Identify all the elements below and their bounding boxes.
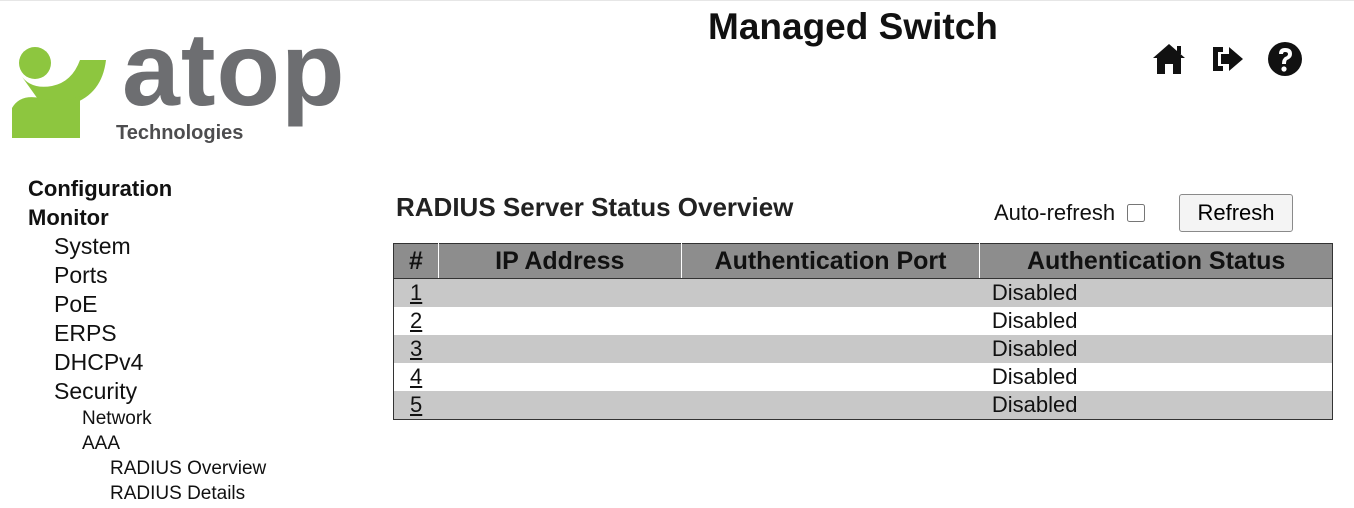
row-number-cell: 4 bbox=[393, 363, 439, 391]
auth-port-cell bbox=[681, 307, 980, 335]
table-row: 1 Disabled bbox=[393, 278, 1333, 307]
nav-item-radius-overview[interactable]: RADIUS Overview bbox=[28, 456, 266, 481]
header-icons bbox=[1150, 40, 1304, 78]
auto-refresh-control[interactable]: Auto-refresh bbox=[994, 200, 1146, 226]
top-border bbox=[0, 0, 1354, 1]
logo-wordmark: atop bbox=[122, 12, 346, 128]
help-icon[interactable] bbox=[1266, 40, 1304, 78]
col-header-number: # bbox=[393, 243, 439, 279]
table-row: 3 Disabled bbox=[393, 335, 1333, 363]
auth-status-cell: Disabled bbox=[979, 307, 1333, 335]
col-header-auth-status: Authentication Status bbox=[979, 243, 1333, 279]
col-header-auth-port: Authentication Port bbox=[681, 243, 981, 279]
nav-item-configuration[interactable]: Configuration bbox=[28, 174, 266, 203]
table-row: 5 Disabled bbox=[393, 391, 1333, 420]
auto-refresh-checkbox[interactable] bbox=[1127, 204, 1146, 222]
col-header-ip-address: IP Address bbox=[438, 243, 682, 279]
auth-status-cell: Disabled bbox=[979, 363, 1333, 391]
atop-logo: atop Technologies bbox=[10, 18, 345, 148]
server-details-link[interactable]: 5 bbox=[410, 392, 422, 417]
auth-status-cell: Disabled bbox=[979, 278, 1333, 307]
ip-address-cell bbox=[438, 363, 682, 391]
nav-item-ports[interactable]: Ports bbox=[28, 261, 266, 290]
nav-item-security[interactable]: Security bbox=[28, 377, 266, 406]
auth-port-cell bbox=[681, 335, 980, 363]
auth-status-cell: Disabled bbox=[979, 391, 1333, 420]
nav-item-radius-details[interactable]: RADIUS Details bbox=[28, 481, 266, 506]
radius-status-table: # IP Address Authentication Port Authent… bbox=[393, 243, 1333, 420]
nav-item-poe[interactable]: PoE bbox=[28, 290, 266, 319]
table-row: 4 Disabled bbox=[393, 363, 1333, 391]
row-number-cell: 5 bbox=[393, 391, 439, 420]
logout-icon[interactable] bbox=[1208, 40, 1246, 78]
table-header-row: # IP Address Authentication Port Authent… bbox=[393, 243, 1333, 279]
nav-item-monitor[interactable]: Monitor bbox=[28, 203, 266, 232]
home-icon[interactable] bbox=[1150, 40, 1188, 78]
logo-mark-icon bbox=[12, 47, 106, 138]
ip-address-cell bbox=[438, 391, 682, 420]
ip-address-cell bbox=[438, 335, 682, 363]
ip-address-cell bbox=[438, 307, 682, 335]
refresh-button[interactable]: Refresh bbox=[1179, 194, 1293, 232]
row-number-cell: 2 bbox=[393, 307, 439, 335]
ip-address-cell bbox=[438, 278, 682, 307]
page-title: Managed Switch bbox=[708, 6, 998, 47]
row-number-cell: 1 bbox=[393, 278, 439, 307]
logo-subtitle: Technologies bbox=[116, 122, 244, 144]
server-details-link[interactable]: 4 bbox=[410, 364, 422, 389]
auth-port-cell bbox=[681, 363, 980, 391]
auth-port-cell bbox=[681, 391, 980, 420]
nav-item-system[interactable]: System bbox=[28, 232, 266, 261]
sidebar-nav: Configuration Monitor System Ports PoE ERPS DH… bbox=[28, 174, 266, 506]
server-details-link[interactable]: 3 bbox=[410, 336, 422, 361]
nav-item-dhcpv4[interactable]: DHCPv4 bbox=[28, 348, 266, 377]
auth-port-cell bbox=[681, 278, 980, 307]
auto-refresh-label: Auto-refresh bbox=[994, 200, 1116, 225]
server-details-link[interactable]: 1 bbox=[410, 280, 422, 305]
server-details-link[interactable]: 2 bbox=[410, 308, 422, 333]
table-row: 2 Disabled bbox=[393, 307, 1333, 335]
nav-item-aaa[interactable]: AAA bbox=[28, 431, 266, 456]
auth-status-cell: Disabled bbox=[979, 335, 1333, 363]
nav-item-erps[interactable]: ERPS bbox=[28, 319, 266, 348]
row-number-cell: 3 bbox=[393, 335, 439, 363]
section-title: RADIUS Server Status Overview bbox=[396, 192, 794, 222]
nav-item-network[interactable]: Network bbox=[28, 406, 266, 431]
